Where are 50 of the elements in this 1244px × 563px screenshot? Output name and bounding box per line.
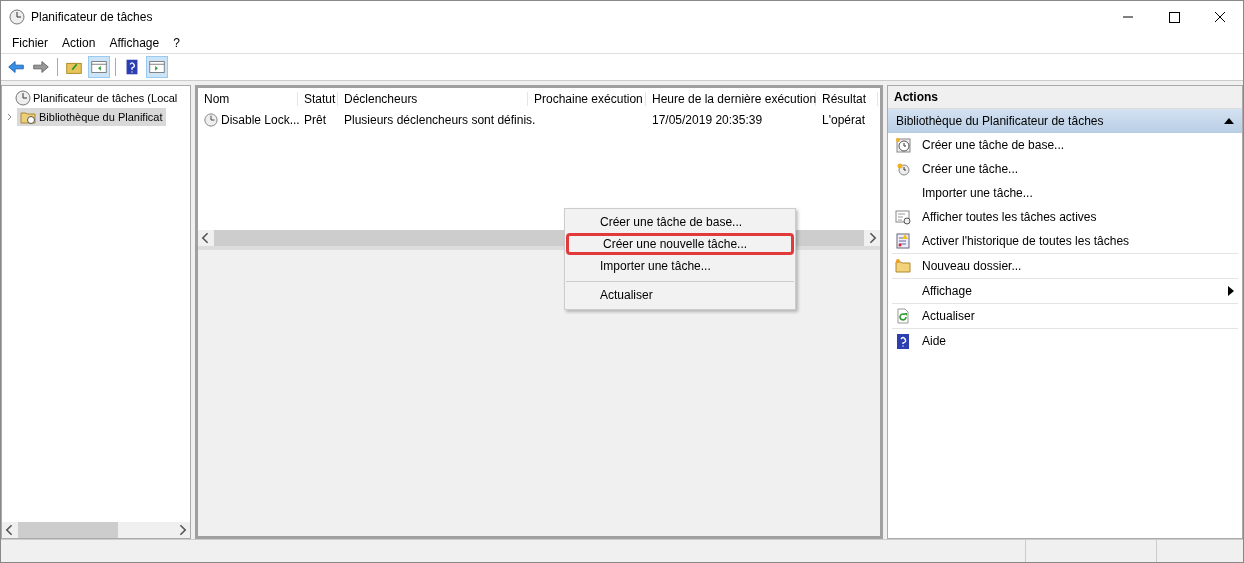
window-title: Planificateur de tâches bbox=[31, 9, 153, 24]
menu-item[interactable]: Action bbox=[55, 35, 103, 50]
context-menu-item[interactable]: Importer une tâche... bbox=[566, 255, 794, 277]
clock-sparkle-icon bbox=[895, 137, 911, 153]
clock-icon bbox=[9, 8, 25, 25]
action-link[interactable]: Créer une tâche... bbox=[922, 162, 1019, 176]
column-header[interactable]: Heure de la dernière exécution bbox=[646, 92, 816, 106]
panel-header: Actions bbox=[888, 86, 1242, 109]
action-link[interactable]: Nouveau dossier... bbox=[922, 259, 1022, 273]
action-link[interactable]: Activer l'historique de toutes les tâches bbox=[922, 234, 1130, 248]
task-list-icon bbox=[895, 209, 911, 225]
section-header[interactable]: Bibliothèque du Planificateur de tâches bbox=[888, 109, 1242, 133]
new-folder-icon bbox=[895, 258, 911, 274]
collapse-arrow-icon[interactable] bbox=[1224, 118, 1234, 124]
table-cell: Prêt bbox=[304, 113, 326, 127]
table-cell: L'opérat bbox=[822, 113, 865, 127]
table-cell: 17/05/2019 20:35:39 bbox=[652, 113, 763, 127]
action-link[interactable]: Aide bbox=[922, 334, 947, 348]
menu-item[interactable]: Affichage bbox=[102, 35, 167, 50]
column-header[interactable]: Prochaine exécution bbox=[528, 92, 646, 106]
tree-item[interactable]: Planificateur de tâches (Local bbox=[33, 91, 178, 104]
menu-item[interactable]: ? bbox=[166, 35, 187, 50]
table-cell: Plusieurs déclencheurs sont définis. bbox=[344, 113, 536, 127]
help-icon bbox=[895, 333, 911, 349]
column-header[interactable]: Résultat bbox=[816, 92, 878, 106]
action-link[interactable]: Importer une tâche... bbox=[922, 186, 1033, 200]
clock-icon bbox=[204, 113, 218, 127]
menu-item[interactable]: Fichier bbox=[5, 35, 55, 50]
pane-toggle-icon[interactable] bbox=[146, 56, 168, 78]
action-link[interactable]: Créer une tâche de base... bbox=[922, 138, 1065, 152]
clock-sparkle-icon bbox=[895, 161, 911, 177]
action-link[interactable]: Afficher toutes les tâches actives bbox=[922, 210, 1097, 224]
clock-icon bbox=[15, 89, 31, 106]
column-header[interactable]: Statut bbox=[298, 92, 338, 106]
submenu-arrow-icon bbox=[1228, 286, 1234, 296]
column-header[interactable]: Nom bbox=[198, 92, 298, 106]
refresh-icon bbox=[895, 308, 911, 324]
scrollbar-thumb[interactable] bbox=[18, 522, 118, 538]
pane-toggle-icon[interactable] bbox=[88, 56, 110, 78]
log-warning-icon bbox=[895, 233, 911, 249]
column-header[interactable]: Déclencheurs bbox=[338, 92, 528, 106]
context-menu-item[interactable]: Créer une nouvelle tâche... bbox=[566, 233, 794, 255]
table-cell: Disable Lock... bbox=[221, 113, 300, 127]
context-menu-item[interactable]: Créer une tâche de base... bbox=[566, 211, 794, 233]
action-link[interactable]: Actualiser bbox=[922, 309, 975, 323]
context-menu-item[interactable]: Actualiser bbox=[566, 281, 794, 307]
action-link[interactable]: Affichage bbox=[922, 284, 972, 298]
section-title: Bibliothèque du Planificateur de tâches bbox=[896, 114, 1104, 128]
tree-item-label: Bibliothèque du Planificat bbox=[39, 110, 163, 123]
tree-item-highlight[interactable]: Bibliothèque du Planificat bbox=[17, 107, 166, 126]
